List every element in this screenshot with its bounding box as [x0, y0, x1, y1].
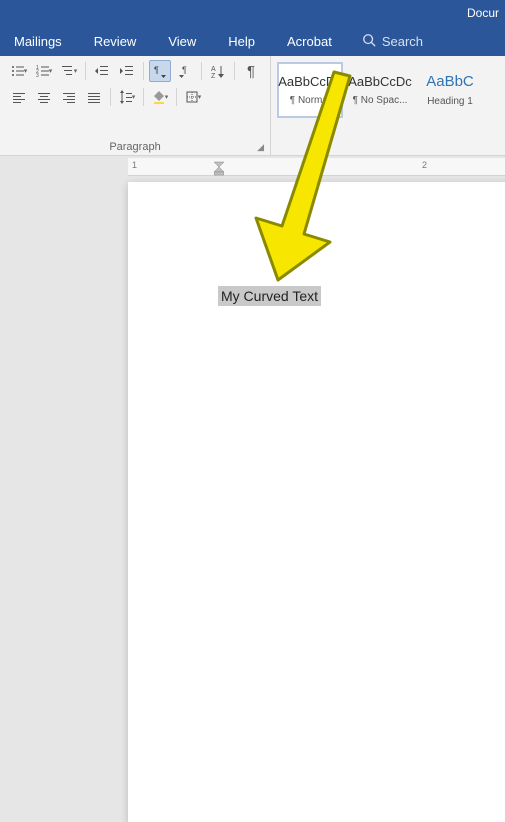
style-preview: AaBbC — [426, 73, 474, 90]
svg-text:¶: ¶ — [154, 65, 159, 75]
align-center-button[interactable] — [33, 86, 55, 108]
svg-text:A: A — [211, 66, 216, 73]
style-preview: AaBbCcDc — [278, 74, 342, 89]
document-page[interactable]: My Curved Text — [128, 182, 505, 822]
ltr-direction-button[interactable]: ¶ — [149, 60, 171, 82]
style-no-spacing[interactable]: AaBbCcDc ¶ No Spac... — [347, 62, 413, 118]
selected-text[interactable]: My Curved Text — [218, 286, 321, 306]
tab-acrobat[interactable]: Acrobat — [277, 29, 342, 54]
bullets-button[interactable]: ▾ — [8, 60, 30, 82]
titlebar: Docur — [0, 0, 505, 26]
sort-button[interactable]: AZ — [207, 60, 229, 82]
tab-review[interactable]: Review — [84, 29, 147, 54]
ribbon-tabs: Mailings Review View Help Acrobat Search — [0, 26, 505, 56]
ruler-mark: 2 — [422, 160, 427, 170]
svg-text:3: 3 — [36, 73, 39, 78]
rtl-direction-button[interactable]: ¶ — [174, 60, 196, 82]
style-normal[interactable]: AaBbCcDc ¶ Normal — [277, 62, 343, 118]
align-right-button[interactable] — [58, 86, 80, 108]
ruler-mark: 1 — [132, 160, 137, 170]
multilevel-list-button[interactable]: ▾ — [58, 60, 80, 82]
shading-button[interactable]: ▾ — [149, 86, 171, 108]
svg-text:¶: ¶ — [182, 65, 187, 75]
numbering-button[interactable]: 123▾ — [33, 60, 55, 82]
line-spacing-button[interactable]: ▾ — [116, 86, 138, 108]
ribbon: ▾ 123▾ ▾ ¶ ¶ AZ ¶ ▾ ▾ ▾ Parag — [0, 56, 505, 156]
style-name-label: ¶ No Spac... — [353, 95, 408, 106]
document-area: 1 2 My Curved Text — [0, 158, 505, 554]
borders-button[interactable]: ▾ — [182, 86, 204, 108]
style-heading-1[interactable]: AaBbC Heading 1 — [417, 62, 483, 118]
horizontal-ruler[interactable]: 1 2 — [128, 158, 505, 176]
tell-me-search[interactable]: Search — [362, 33, 423, 50]
paragraph-group: ▾ 123▾ ▾ ¶ ¶ AZ ¶ ▾ ▾ ▾ Parag — [0, 56, 271, 155]
tab-help[interactable]: Help — [218, 29, 265, 54]
tab-mailings[interactable]: Mailings — [4, 29, 72, 54]
increase-indent-button[interactable] — [116, 60, 138, 82]
align-left-button[interactable] — [8, 86, 30, 108]
tab-view[interactable]: View — [158, 29, 206, 54]
align-justify-button[interactable] — [83, 86, 105, 108]
style-name-label: Heading 1 — [427, 96, 473, 107]
svg-text:Z: Z — [211, 73, 216, 78]
window-title: Docur — [467, 6, 499, 20]
styles-gallery: AaBbCcDc ¶ Normal AaBbCcDc ¶ No Spac... … — [271, 56, 489, 155]
indent-marker-icon[interactable] — [214, 158, 224, 176]
search-icon — [362, 33, 376, 50]
search-placeholder: Search — [382, 34, 423, 49]
paragraph-dialog-launcher-icon[interactable]: ◢ — [257, 142, 264, 153]
paragraph-group-label: Paragraph ◢ — [8, 141, 262, 155]
decrease-indent-button[interactable] — [91, 60, 113, 82]
style-name-label: ¶ Normal — [290, 95, 330, 106]
style-preview: AaBbCcDc — [348, 74, 412, 89]
show-hide-marks-button[interactable]: ¶ — [240, 60, 262, 82]
